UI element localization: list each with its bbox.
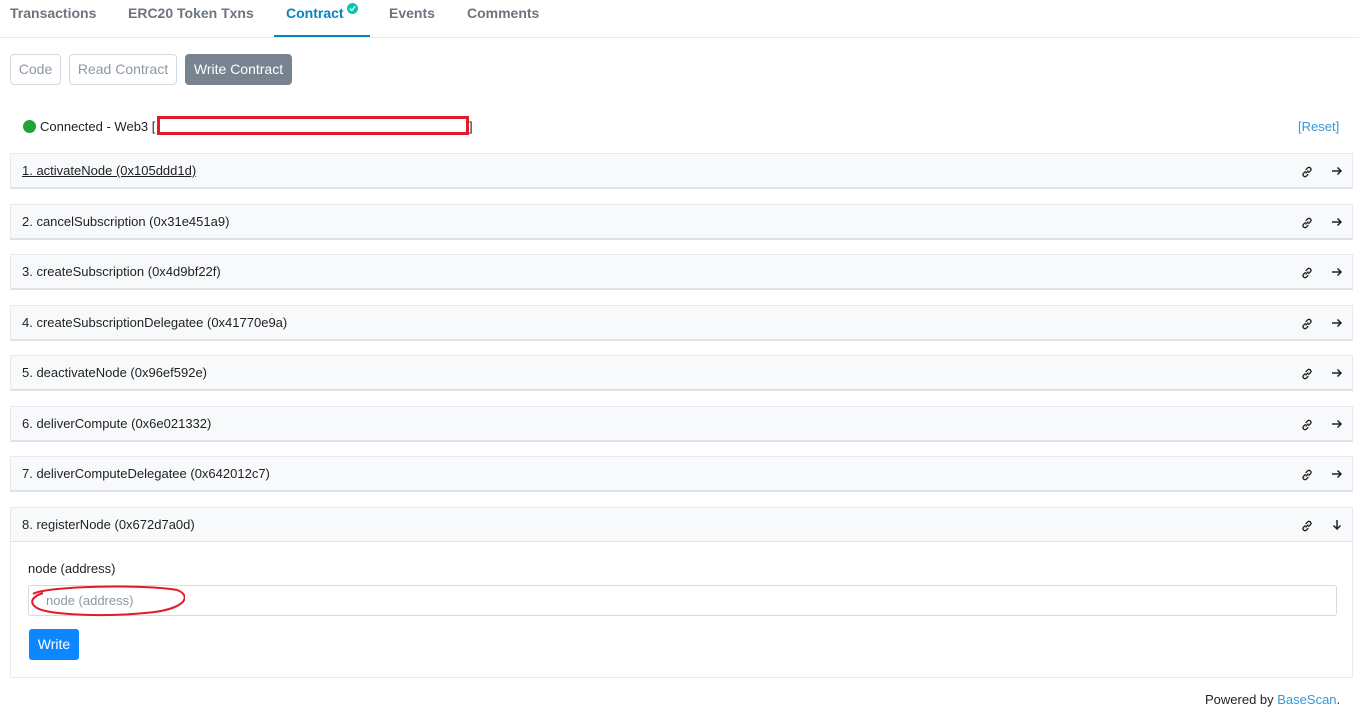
verified-check-icon: [347, 3, 358, 14]
function-row-deliver-compute-delegatee[interactable]: 7. deliverComputeDelegatee (0x642012c7): [10, 456, 1353, 492]
write-contract-page: Transactions ERC20 Token Txns Contract E…: [0, 0, 1359, 715]
explorer-tabs: Transactions ERC20 Token Txns Contract E…: [0, 0, 1359, 38]
tab-contract[interactable]: Contract: [286, 0, 344, 38]
powered-by-footer: Powered by BaseScan.: [1205, 692, 1340, 708]
function-row-register-node[interactable]: 8. registerNode (0x672d7a0d): [10, 507, 1353, 543]
tab-events[interactable]: Events: [389, 0, 435, 38]
function-label[interactable]: 6. deliverCompute (0x6e021332): [22, 416, 211, 432]
write-button[interactable]: Write: [29, 629, 79, 660]
function-row-create-subscription-delegatee[interactable]: 4. createSubscriptionDelegatee (0x41770e…: [10, 305, 1353, 341]
footer-prefix: Powered by: [1205, 692, 1278, 707]
tab-comments[interactable]: Comments: [467, 0, 539, 38]
arrow-right-icon[interactable]: [1330, 265, 1344, 279]
arrow-right-icon[interactable]: [1330, 215, 1344, 229]
arrow-right-icon[interactable]: [1330, 417, 1344, 431]
link-icon[interactable]: [1300, 317, 1314, 331]
function-row-cancel-subscription[interactable]: 2. cancelSubscription (0x31e451a9): [10, 204, 1353, 240]
link-icon[interactable]: [1300, 519, 1314, 533]
link-icon[interactable]: [1300, 266, 1314, 280]
function-row-activate-node[interactable]: 1. activateNode (0x105ddd1d): [10, 153, 1353, 189]
active-tab-indicator: [274, 35, 370, 37]
function-label[interactable]: 4. createSubscriptionDelegatee (0x41770e…: [22, 315, 287, 331]
code-button[interactable]: Code: [10, 54, 61, 85]
basescan-link[interactable]: BaseScan: [1277, 692, 1336, 707]
arrow-right-icon[interactable]: [1330, 467, 1344, 481]
arrow-right-icon[interactable]: [1330, 164, 1344, 178]
link-icon[interactable]: [1300, 216, 1314, 230]
footer-suffix: .: [1336, 692, 1341, 707]
function-label[interactable]: 7. deliverComputeDelegatee (0x642012c7): [22, 466, 270, 482]
connection-bracket-close: ]: [469, 119, 473, 134]
function-row-create-subscription[interactable]: 3. createSubscription (0x4d9bf22f): [10, 254, 1353, 290]
redacted-wallet-address: [157, 116, 469, 135]
reset-link[interactable]: [Reset]: [1298, 118, 1339, 135]
function-label[interactable]: 8. registerNode (0x672d7a0d): [22, 517, 195, 533]
register-node-panel: node (address) Write: [10, 542, 1353, 678]
function-label[interactable]: 3. createSubscription (0x4d9bf22f): [22, 264, 221, 280]
write-contract-button[interactable]: Write Contract: [185, 54, 292, 85]
tab-transactions[interactable]: Transactions: [10, 0, 96, 38]
node-address-input[interactable]: [28, 585, 1337, 616]
read-contract-button[interactable]: Read Contract: [69, 54, 177, 85]
function-label[interactable]: 2. cancelSubscription (0x31e451a9): [22, 214, 229, 230]
arrow-down-icon[interactable]: [1330, 518, 1344, 532]
link-icon[interactable]: [1300, 165, 1314, 179]
connected-status-icon: [23, 120, 36, 133]
link-icon[interactable]: [1300, 367, 1314, 381]
link-icon[interactable]: [1300, 468, 1314, 482]
node-address-label: node (address): [28, 561, 116, 576]
connection-status-text: Connected - Web3 [: [40, 119, 156, 134]
function-row-deliver-compute[interactable]: 6. deliverCompute (0x6e021332): [10, 406, 1353, 442]
tab-erc20-token-txns[interactable]: ERC20 Token Txns: [128, 0, 254, 38]
function-row-deactivate-node[interactable]: 5. deactivateNode (0x96ef592e): [10, 355, 1353, 391]
function-label[interactable]: 1. activateNode (0x105ddd1d): [22, 163, 196, 179]
link-icon[interactable]: [1300, 418, 1314, 432]
function-label[interactable]: 5. deactivateNode (0x96ef592e): [22, 365, 207, 381]
arrow-right-icon[interactable]: [1330, 366, 1344, 380]
arrow-right-icon[interactable]: [1330, 316, 1344, 330]
